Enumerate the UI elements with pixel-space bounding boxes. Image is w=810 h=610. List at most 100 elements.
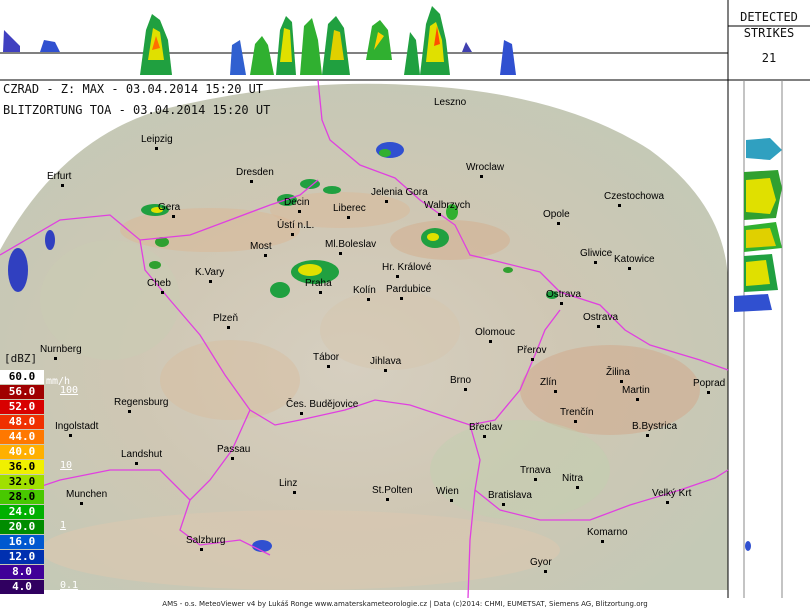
city-label: Regensburg — [114, 397, 169, 408]
city-label: Břeclav — [469, 422, 503, 433]
strikes-title-line1: DETECTED — [740, 10, 798, 24]
city-label: Cheb — [147, 278, 171, 289]
city-marker — [293, 491, 296, 494]
city-marker — [250, 180, 253, 183]
city-marker — [327, 365, 330, 368]
city-marker — [61, 184, 64, 187]
city-label: Wien — [436, 486, 459, 497]
city-marker — [666, 501, 669, 504]
legend-rate-label: 0.1 — [60, 580, 79, 591]
city-marker — [544, 570, 547, 573]
city-label: Ingolstadt — [55, 421, 99, 432]
legend-row: 8.0 — [0, 565, 44, 579]
city-label: Salzburg — [186, 535, 226, 546]
legend-row: 44.0 — [0, 430, 44, 444]
strikes-count: 21 — [761, 51, 777, 65]
city-label: Ústí n.L. — [277, 220, 315, 231]
city-label: Jihlava — [370, 356, 402, 367]
city-label: Brno — [450, 375, 472, 386]
city-marker — [298, 210, 301, 213]
legend-row: 20.0 — [0, 520, 44, 534]
city-marker — [300, 412, 303, 415]
city-label: Trenčín — [560, 407, 594, 418]
radar-product-title: CZRAD - Z: MAX - 03.04.2014 15:20 UT — [3, 82, 264, 96]
legend-row: 60.0 — [0, 370, 44, 384]
city-marker — [291, 233, 294, 236]
city-marker — [560, 302, 563, 305]
vertical-profile-right — [734, 138, 782, 312]
city-marker — [450, 499, 453, 502]
legend-row: 48.0 — [0, 415, 44, 429]
city-marker — [128, 410, 131, 413]
city-marker — [384, 369, 387, 372]
city-label: Hr. Králové — [382, 262, 432, 273]
legend-row: 36.0 — [0, 460, 44, 474]
city-label: Wroclaw — [466, 162, 505, 173]
lightning-product-title: BLITZORTUNG TOA - 03.04.2014 15:20 UT — [3, 103, 271, 117]
city-marker — [367, 298, 370, 301]
legend-row: 4.0 — [0, 580, 44, 594]
city-marker — [480, 175, 483, 178]
city-label: Leipzig — [141, 134, 173, 145]
city-label: Ostrava — [546, 289, 582, 300]
city-label: K.Vary — [195, 267, 225, 278]
legend-rate-label: 100 — [60, 385, 79, 396]
city-label: Katowice — [614, 254, 655, 265]
legend-row: 24.0 — [0, 505, 44, 519]
city-label: Velký Krt — [652, 488, 692, 499]
city-marker — [339, 252, 342, 255]
city-marker — [200, 548, 203, 551]
legend-row: 52.0 — [0, 400, 44, 414]
city-label: Ostrava — [583, 312, 619, 323]
legend-row: 32.0 — [0, 475, 44, 489]
city-marker — [574, 420, 577, 423]
city-label: Tábor — [313, 352, 340, 363]
city-label: Czestochowa — [604, 191, 665, 202]
legend-row: 40.0 — [0, 445, 44, 459]
city-marker — [231, 457, 234, 460]
city-label: Erfurt — [47, 171, 72, 182]
city-label: Jelenia Gora — [371, 187, 428, 198]
city-label: Kolín — [353, 285, 376, 296]
city-marker — [618, 204, 621, 207]
city-label: Walbrzych — [424, 200, 471, 211]
city-marker — [396, 275, 399, 278]
terrain-background — [0, 83, 728, 590]
city-marker — [155, 147, 158, 150]
city-marker — [597, 325, 600, 328]
city-marker — [594, 261, 597, 264]
city-marker — [601, 540, 604, 543]
city-label: Leszno — [434, 97, 467, 108]
city-marker — [135, 462, 138, 465]
city-marker — [319, 291, 322, 294]
city-marker — [620, 380, 623, 383]
city-marker — [69, 434, 72, 437]
city-label: Zlín — [540, 377, 557, 388]
city-marker — [502, 503, 505, 506]
city-label: Přerov — [517, 345, 547, 356]
city-marker — [707, 391, 710, 394]
city-label: Komarno — [587, 527, 628, 538]
city-marker — [628, 267, 631, 270]
city-label: Plzeň — [213, 313, 239, 324]
city-marker — [636, 398, 639, 401]
city-label: Nitra — [562, 473, 584, 484]
strikes-title-line2: STRIKES — [743, 26, 795, 40]
city-label: Trnava — [520, 465, 551, 476]
city-marker — [464, 388, 467, 391]
city-label: Dresden — [236, 167, 274, 178]
city-marker — [161, 291, 164, 294]
footer-credits: AMS - o.s. MeteoViewer v4 by Lukáš Ronge… — [0, 598, 810, 610]
city-label: Most — [250, 241, 272, 252]
legend-row: 12.0 — [0, 550, 44, 564]
city-label: Ml.Boleslav — [325, 239, 377, 250]
city-marker — [646, 434, 649, 437]
city-marker — [386, 498, 389, 501]
city-label: Landshut — [121, 449, 163, 460]
city-label: Opole — [543, 209, 570, 220]
city-marker — [489, 340, 492, 343]
city-marker — [385, 200, 388, 203]
city-label: Linz — [279, 478, 298, 489]
city-marker — [80, 502, 83, 505]
city-marker — [557, 222, 560, 225]
